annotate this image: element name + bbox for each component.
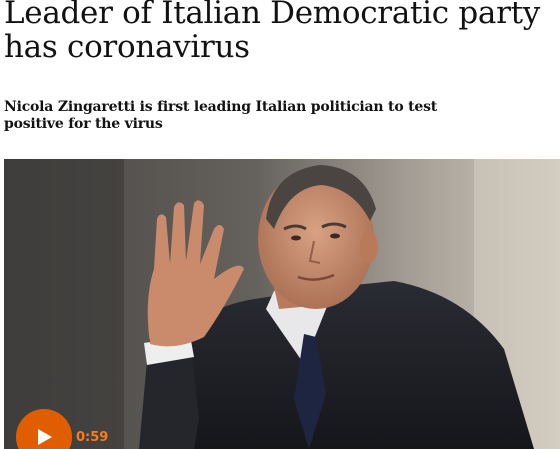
play-icon [38, 429, 52, 445]
video-player[interactable]: 0:59 [4, 159, 560, 449]
video-duration: 0:59 [76, 430, 109, 445]
video-thumbnail [4, 159, 560, 449]
article-page: Leader of Italian Democratic party has c… [0, 0, 560, 449]
article-headline: Leader of Italian Democratic party has c… [4, 0, 541, 65]
article-standfirst: Nicola Zingaretti is first leading Itali… [4, 99, 438, 132]
